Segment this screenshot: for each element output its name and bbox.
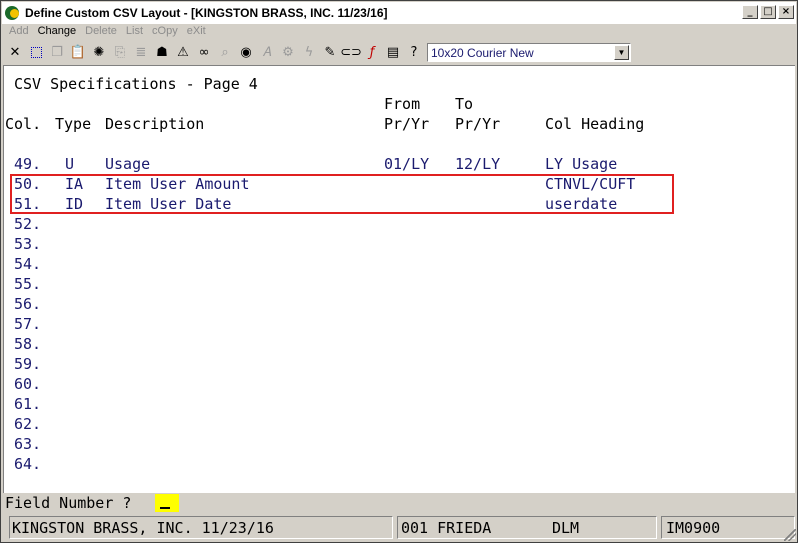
prompt-bar: Field Number ? bbox=[3, 493, 795, 513]
warning-icon[interactable]: ⚠ bbox=[173, 42, 193, 62]
resize-grip-icon[interactable] bbox=[784, 529, 796, 541]
row-type: U bbox=[65, 155, 75, 173]
maximize-button[interactable]: □ bbox=[760, 5, 776, 19]
header-from-label: From bbox=[384, 95, 421, 113]
text-cursor bbox=[160, 507, 170, 509]
binoculars-icon[interactable]: ∞ bbox=[194, 42, 214, 62]
function-icon[interactable]: ƒ bbox=[362, 42, 382, 62]
row-num: 59. bbox=[14, 355, 42, 373]
status-bar: KINGSTON BRASS, INC. 11/23/16 001 FRIEDA… bbox=[3, 514, 797, 542]
export-icon[interactable]: ⎘ bbox=[110, 42, 130, 62]
row-num: 60. bbox=[14, 375, 42, 393]
menu-delete[interactable]: Delete bbox=[85, 25, 117, 41]
paste-icon[interactable]: 📋 bbox=[68, 42, 88, 62]
font-select-value: 10x20 Courier New bbox=[431, 45, 534, 60]
menu-copy[interactable]: cOpy bbox=[152, 25, 178, 41]
menu-add[interactable]: Add bbox=[9, 25, 29, 41]
settings-icon[interactable]: ✺ bbox=[89, 42, 109, 62]
row-from: 01/LY bbox=[384, 155, 430, 173]
row-num: 62. bbox=[14, 415, 42, 433]
app-icon bbox=[5, 5, 21, 21]
row-num: 57. bbox=[14, 315, 42, 333]
user-icon[interactable]: ☗ bbox=[152, 42, 172, 62]
app-window: Define Custom CSV Layout - [KINGSTON BRA… bbox=[0, 0, 798, 543]
row-num: 53. bbox=[14, 235, 42, 253]
minimize-button[interactable]: _ bbox=[742, 5, 758, 19]
prompt-label: Field Number ? bbox=[5, 494, 132, 512]
row-to: 12/LY bbox=[455, 155, 501, 173]
status-company-panel: KINGSTON BRASS, INC. 11/23/16 bbox=[9, 516, 393, 539]
notes-icon[interactable]: ▤ bbox=[383, 42, 403, 62]
chevron-down-icon[interactable]: ▼ bbox=[614, 44, 629, 60]
header-col-heading: Col Heading bbox=[545, 115, 645, 133]
globe-icon[interactable]: ◉ bbox=[236, 42, 256, 62]
row-num: 64. bbox=[14, 455, 42, 473]
select-icon[interactable] bbox=[26, 42, 46, 62]
toolbar: ✕ ❐ 📋 ✺ ⎘ ≣ ☗ ⚠ ∞ ⌕ ◉ 𝐴 ⚙ ϟ ✎ ⊂⊃ ƒ ▤ ? 1… bbox=[5, 40, 795, 64]
status-user-panel: 001 FRIEDA DLM bbox=[397, 516, 657, 539]
status-company: KINGSTON BRASS, INC. 11/23/16 bbox=[12, 519, 274, 537]
close-icon[interactable]: ✕ bbox=[5, 42, 25, 62]
status-program-panel: IM0900 bbox=[661, 516, 795, 539]
status-code: DLM bbox=[552, 519, 580, 537]
close-button[interactable]: × bbox=[778, 5, 794, 19]
row-num: 58. bbox=[14, 335, 42, 353]
font-icon[interactable]: 𝐴 bbox=[257, 42, 277, 62]
page-title: CSV Specifications - Page 4 bbox=[14, 75, 258, 93]
row-heading: LY Usage bbox=[545, 155, 618, 173]
list-icon[interactable]: ≣ bbox=[131, 42, 151, 62]
header-to-label: To bbox=[455, 95, 474, 113]
link-icon[interactable]: ⊂⊃ bbox=[340, 42, 362, 62]
row-num: 49. bbox=[14, 155, 42, 173]
row-num: 52. bbox=[14, 215, 42, 233]
font-select[interactable]: 10x20 Courier New ▼ bbox=[427, 42, 631, 62]
highlight-box bbox=[10, 174, 674, 214]
window-title: Define Custom CSV Layout - [KINGSTON BRA… bbox=[25, 6, 388, 20]
row-num: 63. bbox=[14, 435, 42, 453]
menu-exit[interactable]: eXit bbox=[187, 25, 206, 41]
field-number-input[interactable] bbox=[155, 494, 179, 512]
terminal-screen[interactable]: CSV Specifications - Page 4 From To Col.… bbox=[3, 65, 795, 493]
row-description: Usage bbox=[105, 155, 151, 173]
zoom-icon[interactable]: ⌕ bbox=[215, 42, 235, 62]
edit-icon[interactable]: ✎ bbox=[320, 42, 340, 62]
row-num: 56. bbox=[14, 295, 42, 313]
gear-icon[interactable]: ⚙ bbox=[278, 42, 298, 62]
row-num: 55. bbox=[14, 275, 42, 293]
help-icon[interactable]: ? bbox=[404, 42, 424, 62]
status-program: IM0900 bbox=[666, 519, 721, 537]
header-type: Type bbox=[55, 115, 92, 133]
header-from: Pr/Yr bbox=[384, 115, 430, 133]
status-user: 001 FRIEDA bbox=[401, 519, 492, 537]
flash-icon[interactable]: ϟ bbox=[299, 42, 319, 62]
header-description: Description bbox=[105, 115, 205, 133]
menu-change[interactable]: Change bbox=[38, 25, 77, 41]
title-bar[interactable]: Define Custom CSV Layout - [KINGSTON BRA… bbox=[2, 2, 796, 24]
menu-bar: Add Change Delete List cOpy eXit bbox=[9, 25, 206, 41]
header-col: Col. bbox=[5, 115, 42, 133]
header-to: Pr/Yr bbox=[455, 115, 501, 133]
row-num: 61. bbox=[14, 395, 42, 413]
menu-list[interactable]: List bbox=[126, 25, 143, 41]
copy-icon[interactable]: ❐ bbox=[47, 42, 67, 62]
row-num: 54. bbox=[14, 255, 42, 273]
